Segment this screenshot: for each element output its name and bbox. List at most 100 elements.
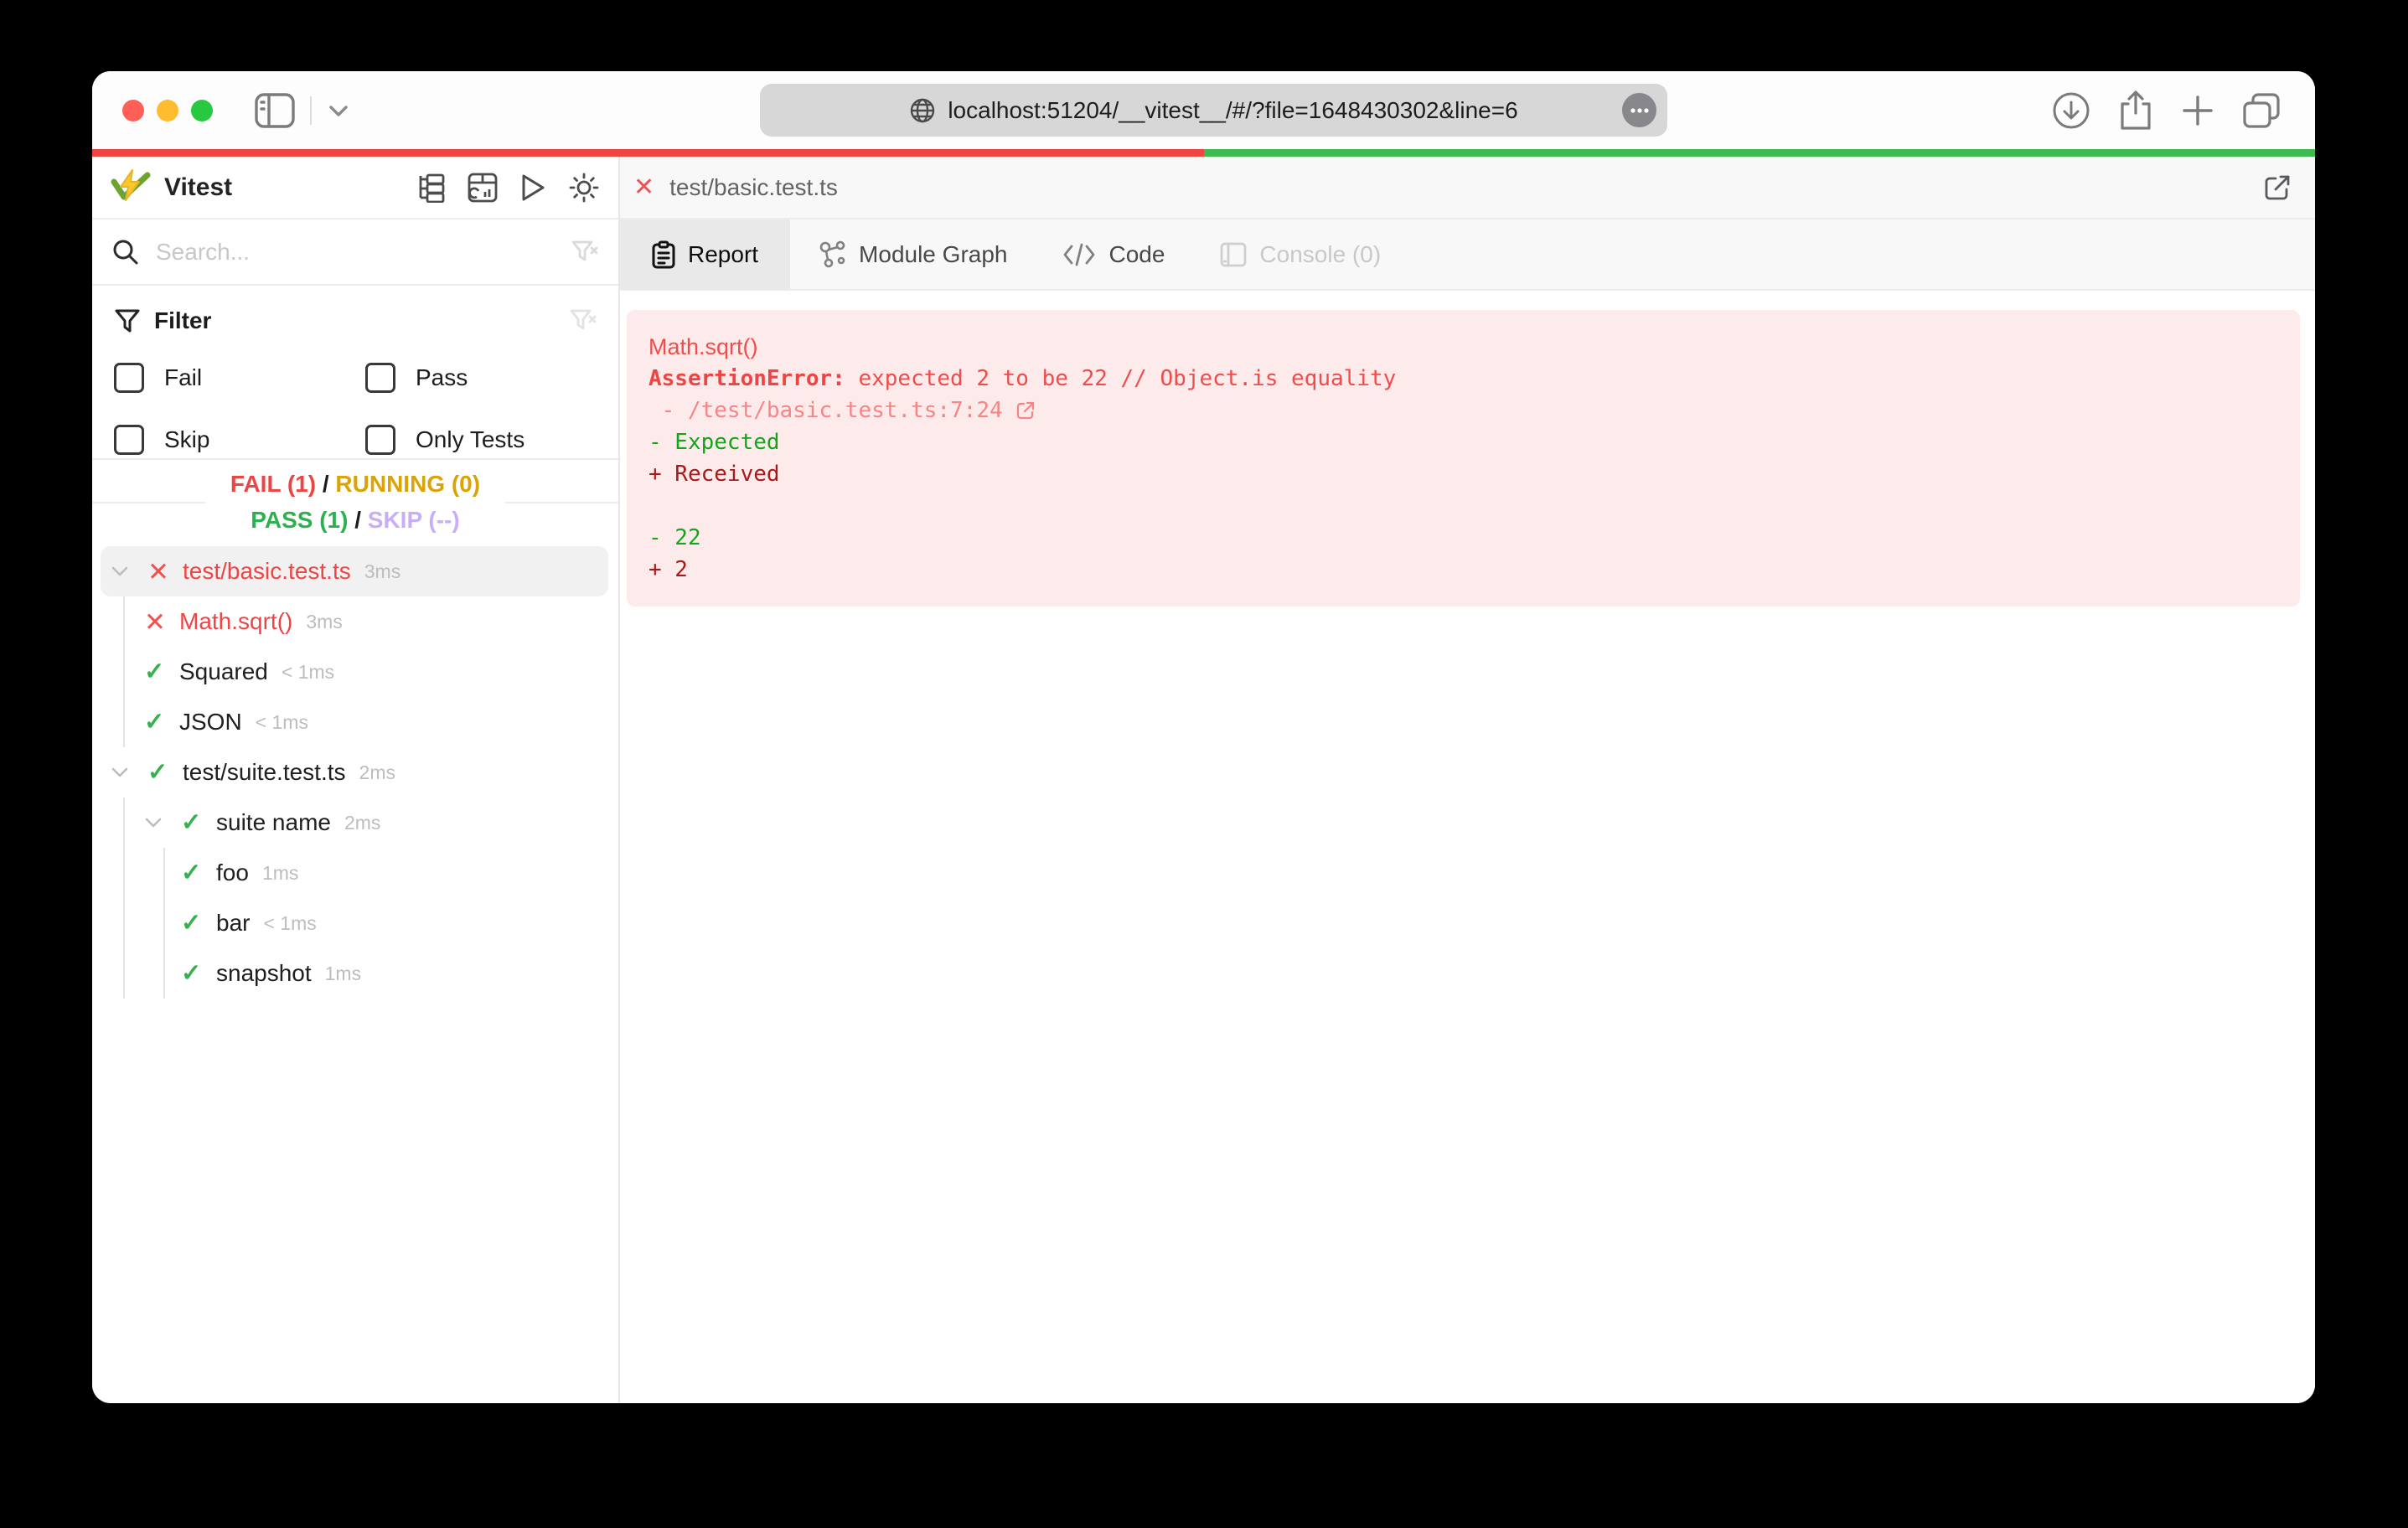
error-location-link[interactable]: - /test/basic.test.ts:7:24 xyxy=(649,395,2278,426)
search-row xyxy=(92,219,618,286)
toolbar-divider xyxy=(310,96,312,125)
filter-option-fail[interactable]: Fail xyxy=(114,363,365,393)
tab-report[interactable]: Report xyxy=(620,219,791,289)
checkbox-fail[interactable] xyxy=(114,363,144,393)
theme-toggle-icon[interactable] xyxy=(568,172,600,204)
tab-console: Console (0) xyxy=(1192,219,1408,289)
test-label: snapshot xyxy=(216,960,312,986)
tab-module-graph[interactable]: Module Graph xyxy=(790,219,1035,289)
more-options-button[interactable] xyxy=(1622,93,1656,127)
checkbox-only-tests[interactable] xyxy=(365,425,395,455)
tree-item-json[interactable]: ✓ JSON < 1ms xyxy=(92,697,618,747)
fail-icon: ✕ xyxy=(147,556,169,586)
view-tabs: Report Module Graph Code Console (0) xyxy=(620,219,2315,291)
test-duration: < 1ms xyxy=(263,911,317,934)
sidebar-toggle-icon[interactable] xyxy=(255,92,295,128)
test-label: Squared xyxy=(179,658,268,684)
pass-icon: ✓ xyxy=(144,708,165,736)
close-window-button[interactable] xyxy=(122,99,144,121)
tree-guide xyxy=(123,596,125,647)
tab-overview-icon[interactable] xyxy=(2241,91,2281,130)
summary-skip: SKIP (--) xyxy=(367,507,460,533)
tree-item-foo[interactable]: ✓ foo 1ms xyxy=(92,848,618,898)
new-tab-icon[interactable] xyxy=(2181,94,2214,127)
checkbox-pass[interactable] xyxy=(365,363,395,393)
progress-pass-segment xyxy=(1203,149,2315,157)
chevron-down-icon[interactable] xyxy=(327,103,350,118)
close-file-icon[interactable]: ✕ xyxy=(633,174,654,200)
search-input[interactable] xyxy=(154,237,556,266)
tab-label: Report xyxy=(688,240,759,267)
test-duration: 3ms xyxy=(306,610,343,632)
console-icon xyxy=(1220,241,1247,268)
tree-item-basic-test-file[interactable]: ✕ test/basic.test.ts 3ms xyxy=(92,546,618,596)
chevron-down-icon[interactable] xyxy=(111,767,147,778)
minimize-window-button[interactable] xyxy=(157,99,178,121)
tree-item-squared[interactable]: ✓ Squared < 1ms xyxy=(92,647,618,697)
dashboard-icon[interactable] xyxy=(468,173,498,203)
filter-option-pass[interactable]: Pass xyxy=(365,363,597,393)
checkbox-label: Only Tests xyxy=(416,426,525,452)
tree-item-suite-test-file[interactable]: ✓ test/suite.test.ts 2ms xyxy=(92,747,618,798)
test-label: bar xyxy=(216,910,251,936)
summary-pass: PASS (1) xyxy=(251,507,349,533)
tree-item-suite-name[interactable]: ✓ suite name 2ms xyxy=(92,798,618,848)
tree-guide xyxy=(123,848,125,898)
external-link-icon[interactable] xyxy=(1015,400,1036,421)
tree-guide xyxy=(123,697,125,747)
progress-fail-segment xyxy=(92,149,1204,157)
tree-item-snapshot[interactable]: ✓ snapshot 1ms xyxy=(92,948,618,999)
traffic-lights xyxy=(122,99,213,121)
tree-item-bar[interactable]: ✓ bar < 1ms xyxy=(92,898,618,948)
test-duration: 1ms xyxy=(324,962,362,984)
pass-icon: ✓ xyxy=(181,959,202,987)
filter-option-skip[interactable]: Skip xyxy=(114,425,365,455)
pass-icon: ✓ xyxy=(144,658,165,685)
screen-background: { "browser": { "url": "localhost:51204/_… xyxy=(0,0,2408,1528)
globe-icon xyxy=(909,97,936,124)
zoom-window-button[interactable] xyxy=(191,99,213,121)
checkbox-label: Skip xyxy=(164,426,210,452)
filter-section: Filter Fail Pass Skip Only Tests xyxy=(92,286,618,460)
summary-fail: FAIL (1) xyxy=(230,471,317,497)
app-title: Vitest xyxy=(164,173,233,201)
search-icon xyxy=(112,239,139,266)
tab-label: Module Graph xyxy=(859,240,1008,267)
test-label: test/suite.test.ts xyxy=(183,759,346,785)
clear-filter-icon[interactable] xyxy=(570,308,597,333)
assertion-error-line: AssertionError: expected 2 to be 22 // O… xyxy=(649,366,1397,391)
sidebar: Vitest Search... Filter Fail Pass Skip O… xyxy=(92,157,620,1403)
code-icon xyxy=(1062,242,1096,267)
error-report-panel: Math.sqrt() AssertionError: expected 2 t… xyxy=(627,310,2300,607)
test-label: foo xyxy=(216,860,249,885)
tree-guide xyxy=(123,798,125,848)
chevron-down-icon[interactable] xyxy=(111,565,147,577)
tree-guide xyxy=(163,848,165,898)
main-panel: ✕ test/basic.test.ts Report Module Graph… xyxy=(620,157,2315,1403)
tree-guide xyxy=(123,647,125,697)
run-all-icon[interactable] xyxy=(519,173,546,203)
test-duration: < 1ms xyxy=(255,710,308,733)
pass-icon: ✓ xyxy=(181,808,202,836)
tab-code[interactable]: Code xyxy=(1035,219,1192,289)
expand-tree-icon[interactable] xyxy=(417,173,446,203)
chevron-down-icon[interactable] xyxy=(144,817,181,829)
checkbox-skip[interactable] xyxy=(114,425,144,455)
open-in-editor-icon[interactable] xyxy=(2263,173,2292,202)
tab-label: Console (0) xyxy=(1259,240,1382,267)
diff-expected-label: - Expected xyxy=(649,430,780,455)
tree-item-math-sqrt[interactable]: ✕ Math.sqrt() 3ms xyxy=(92,596,618,647)
fail-icon: ✕ xyxy=(144,607,166,637)
report-icon xyxy=(652,240,675,269)
test-label: test/basic.test.ts xyxy=(183,558,351,584)
downloads-icon[interactable] xyxy=(2052,91,2090,130)
pass-icon: ✓ xyxy=(181,909,202,937)
clear-search-filter-icon[interactable] xyxy=(571,240,598,265)
address-bar[interactable]: localhost:51204/__vitest__/#/?file=16484… xyxy=(760,84,1667,137)
filter-option-only-tests[interactable]: Only Tests xyxy=(365,425,597,455)
module-graph-icon xyxy=(818,240,846,269)
share-icon[interactable] xyxy=(2117,90,2154,132)
test-label: suite name xyxy=(216,809,331,835)
tree-guide xyxy=(163,948,165,999)
test-duration: 1ms xyxy=(261,861,299,884)
